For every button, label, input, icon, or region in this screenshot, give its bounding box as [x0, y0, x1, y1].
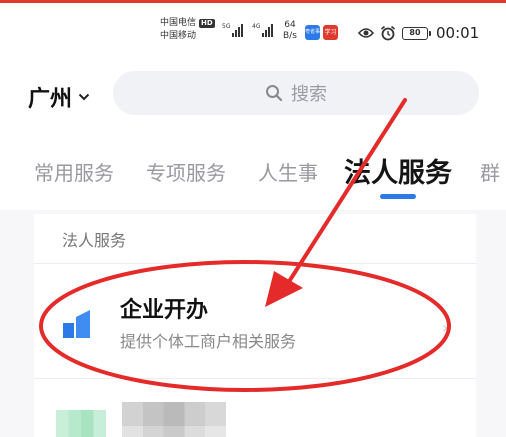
service-list: 法人服务 企业开办 提供个体工商户相关服务 ›	[34, 214, 476, 437]
carrier-info: 中国电信 HD 中国移动	[160, 17, 215, 43]
chevron-down-icon	[78, 93, 90, 101]
net-speed: 64 B/s	[283, 20, 297, 41]
blurred-text	[122, 402, 226, 437]
status-bar: 中国电信 HD 中国移动 5G 4G 64 B/s 粤省事 学习 80 00:0…	[0, 3, 506, 59]
app-notification-icon: 学习	[323, 25, 338, 40]
blurred-icon	[56, 410, 106, 437]
active-tab-indicator	[380, 194, 416, 199]
tab-common-services[interactable]: 常用服务	[34, 157, 114, 186]
building-blocks-icon	[63, 310, 90, 338]
battery-icon: 80	[402, 27, 431, 40]
chevron-right-icon: ›	[442, 318, 449, 337]
signal-5g-icon: 5G	[222, 23, 244, 37]
service-title: 企业开办	[120, 298, 209, 323]
tab-special-services[interactable]: 专项服务	[146, 157, 226, 186]
app-notification-icon: 粤省事	[305, 25, 320, 40]
service-description: 提供个体工商户相关服务	[120, 332, 297, 351]
search-input[interactable]: 搜索	[113, 71, 479, 115]
search-placeholder: 搜索	[291, 84, 327, 105]
carrier-1: 中国电信	[160, 18, 197, 28]
category-tabs: 常用服务 专项服务 人生事 法人服务 群	[0, 131, 506, 210]
service-item-enterprise-setup[interactable]: 企业开办 提供个体工商户相关服务 ›	[34, 264, 476, 376]
tab-life-events[interactable]: 人生事	[258, 157, 318, 186]
carrier-2: 中国移动	[160, 31, 197, 41]
search-icon	[266, 85, 283, 102]
hd-badge: HD	[199, 19, 215, 28]
tab-legal-person-services[interactable]: 法人服务	[344, 151, 452, 190]
eye-icon	[358, 28, 374, 38]
city-selector[interactable]: 广州	[28, 81, 90, 113]
header: 广州 搜索	[0, 59, 506, 131]
section-title: 法人服务	[62, 231, 127, 250]
tab-group[interactable]: 群	[480, 157, 500, 186]
divider	[34, 378, 476, 379]
alarm-icon	[380, 25, 396, 41]
clock: 00:01	[436, 24, 480, 42]
city-label: 广州	[28, 87, 73, 112]
signal-4g-icon: 4G	[252, 23, 274, 37]
